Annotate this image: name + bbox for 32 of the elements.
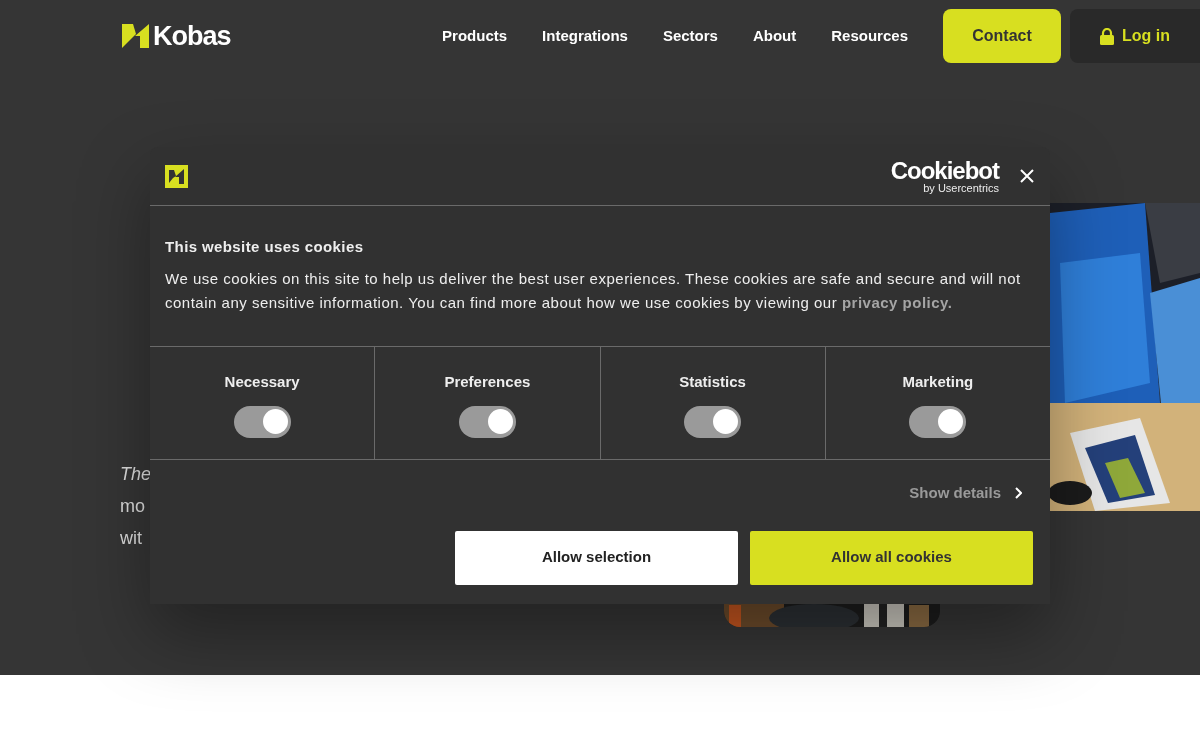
logo-icon	[122, 24, 149, 48]
nav-link[interactable]: Sectors	[662, 24, 718, 48]
contact-button[interactable]: Contact	[943, 9, 1061, 63]
logo-icon	[165, 164, 188, 188]
toggle-switch[interactable]	[233, 405, 291, 438]
toggle-switch[interactable]	[684, 405, 742, 438]
lock-icon	[1100, 27, 1114, 45]
nav-link[interactable]: About	[752, 24, 797, 48]
toggle-switch[interactable]	[458, 405, 516, 438]
category-label: Necessary	[224, 372, 300, 392]
toggle-switch[interactable]	[909, 405, 967, 438]
nav-link[interactable]: Products	[442, 24, 508, 48]
nav-link[interactable]: Resources	[831, 24, 908, 48]
allow-selection-button[interactable]: Allow selection	[455, 530, 738, 585]
allow-all-button[interactable]: Allow all cookies	[750, 530, 1033, 585]
close-button[interactable]	[1019, 168, 1035, 184]
provider-logo-text: Cookiebot	[890, 158, 999, 183]
provider-tagline: by Usercentrics	[923, 182, 999, 194]
login-button[interactable]: Log in	[1070, 9, 1200, 63]
category-label: Preferences	[444, 372, 531, 392]
dialog-title: This website uses cookies	[165, 237, 365, 257]
chevron-icon	[1015, 487, 1022, 500]
nav-link[interactable]: Integrations	[542, 24, 628, 48]
intro-text: The	[120, 464, 152, 484]
category-label: Marketing	[902, 372, 974, 392]
privacy-link[interactable]: privacy policy.	[841, 293, 953, 311]
category-label: Statistics	[679, 372, 746, 392]
intro-text: wit	[120, 528, 142, 548]
dialog-text: We use cookies on this site to help us deliver the best user experiences. These cookies are safe and secure and will not contain any sensitive information. You can find more about how we use cookies by viewing our privacy policy.	[165, 268, 1022, 313]
logo-text[interactable]: Kobas	[153, 22, 231, 50]
show-details-link[interactable]: Show details	[909, 482, 1022, 505]
intro-text: mo	[120, 496, 145, 516]
